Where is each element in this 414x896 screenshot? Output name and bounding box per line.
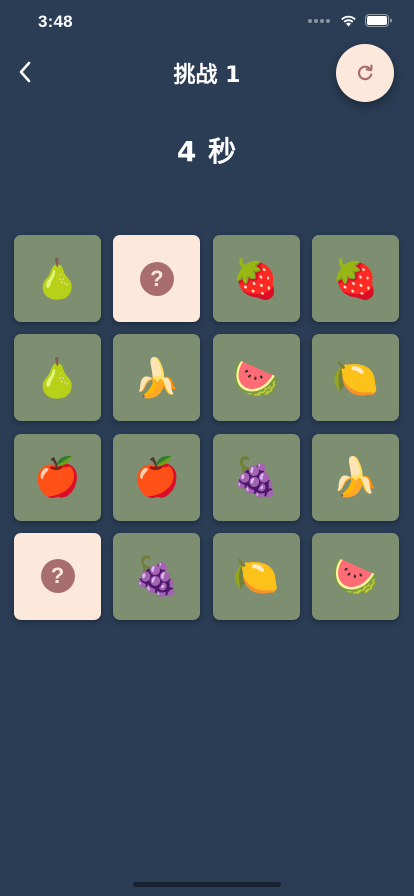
wifi-icon <box>341 15 356 27</box>
refresh-icon <box>357 64 373 81</box>
card-strawberry[interactable]: 🍓 <box>311 235 399 322</box>
cellular-signal-icon <box>308 18 330 23</box>
strawberry-icon: 🍓 <box>331 256 380 301</box>
card-watermelon[interactable]: 🍉 <box>212 334 300 422</box>
card-banana[interactable]: 🍌 <box>311 433 399 521</box>
card-strawberry[interactable]: 🍓 <box>212 235 300 322</box>
reset-button[interactable] <box>336 44 394 102</box>
card-hidden[interactable]: ? <box>113 235 201 322</box>
card-lemon[interactable]: 🍋 <box>212 532 300 620</box>
card-apple[interactable]: 🍎 <box>113 433 201 521</box>
watermelon-icon: 🍉 <box>232 355 280 400</box>
pear-icon: 🍐 <box>33 355 82 400</box>
card-apple[interactable]: 🍎 <box>14 433 101 521</box>
status-bar: 3:48 <box>0 0 414 44</box>
pear-icon: 🍐 <box>33 256 82 301</box>
card-hidden[interactable]: ? <box>14 532 101 620</box>
home-indicator <box>133 882 281 887</box>
banana-icon: 🍌 <box>133 355 181 400</box>
card-banana[interactable]: 🍌 <box>113 334 201 422</box>
question-mark-icon: ? <box>40 559 75 594</box>
card-pear[interactable]: 🍐 <box>14 334 101 422</box>
card-grid: 🍐? 🍓 🍓 🍐 🍌 🍉 🍋 🍎 🍎 🍇 🍌? 🍇 🍋 🍉 <box>14 235 401 620</box>
card-grapes[interactable]: 🍇 <box>113 532 201 620</box>
status-icons <box>308 14 392 27</box>
card-pear[interactable]: 🍐 <box>14 235 101 322</box>
lemon-icon: 🍋 <box>331 355 380 400</box>
card-grapes[interactable]: 🍇 <box>212 433 300 521</box>
lemon-icon: 🍋 <box>232 554 280 599</box>
game-screen: 3:48 挑战 1 4 秒 🍐?� <box>0 0 414 896</box>
apple-icon: 🍎 <box>33 455 82 500</box>
strawberry-icon: 🍓 <box>232 256 280 301</box>
timer-label: 4 秒 <box>176 135 238 168</box>
grapes-icon: 🍇 <box>133 554 181 599</box>
question-mark-icon: ? <box>139 261 174 296</box>
apple-icon: 🍎 <box>133 455 181 500</box>
card-lemon[interactable]: 🍋 <box>311 334 399 422</box>
status-time: 3:48 <box>38 12 73 31</box>
banana-icon: 🍌 <box>331 455 380 500</box>
card-watermelon[interactable]: 🍉 <box>311 532 399 620</box>
grapes-icon: 🍇 <box>232 455 280 500</box>
watermelon-icon: 🍉 <box>331 554 380 599</box>
battery-icon <box>365 14 392 27</box>
